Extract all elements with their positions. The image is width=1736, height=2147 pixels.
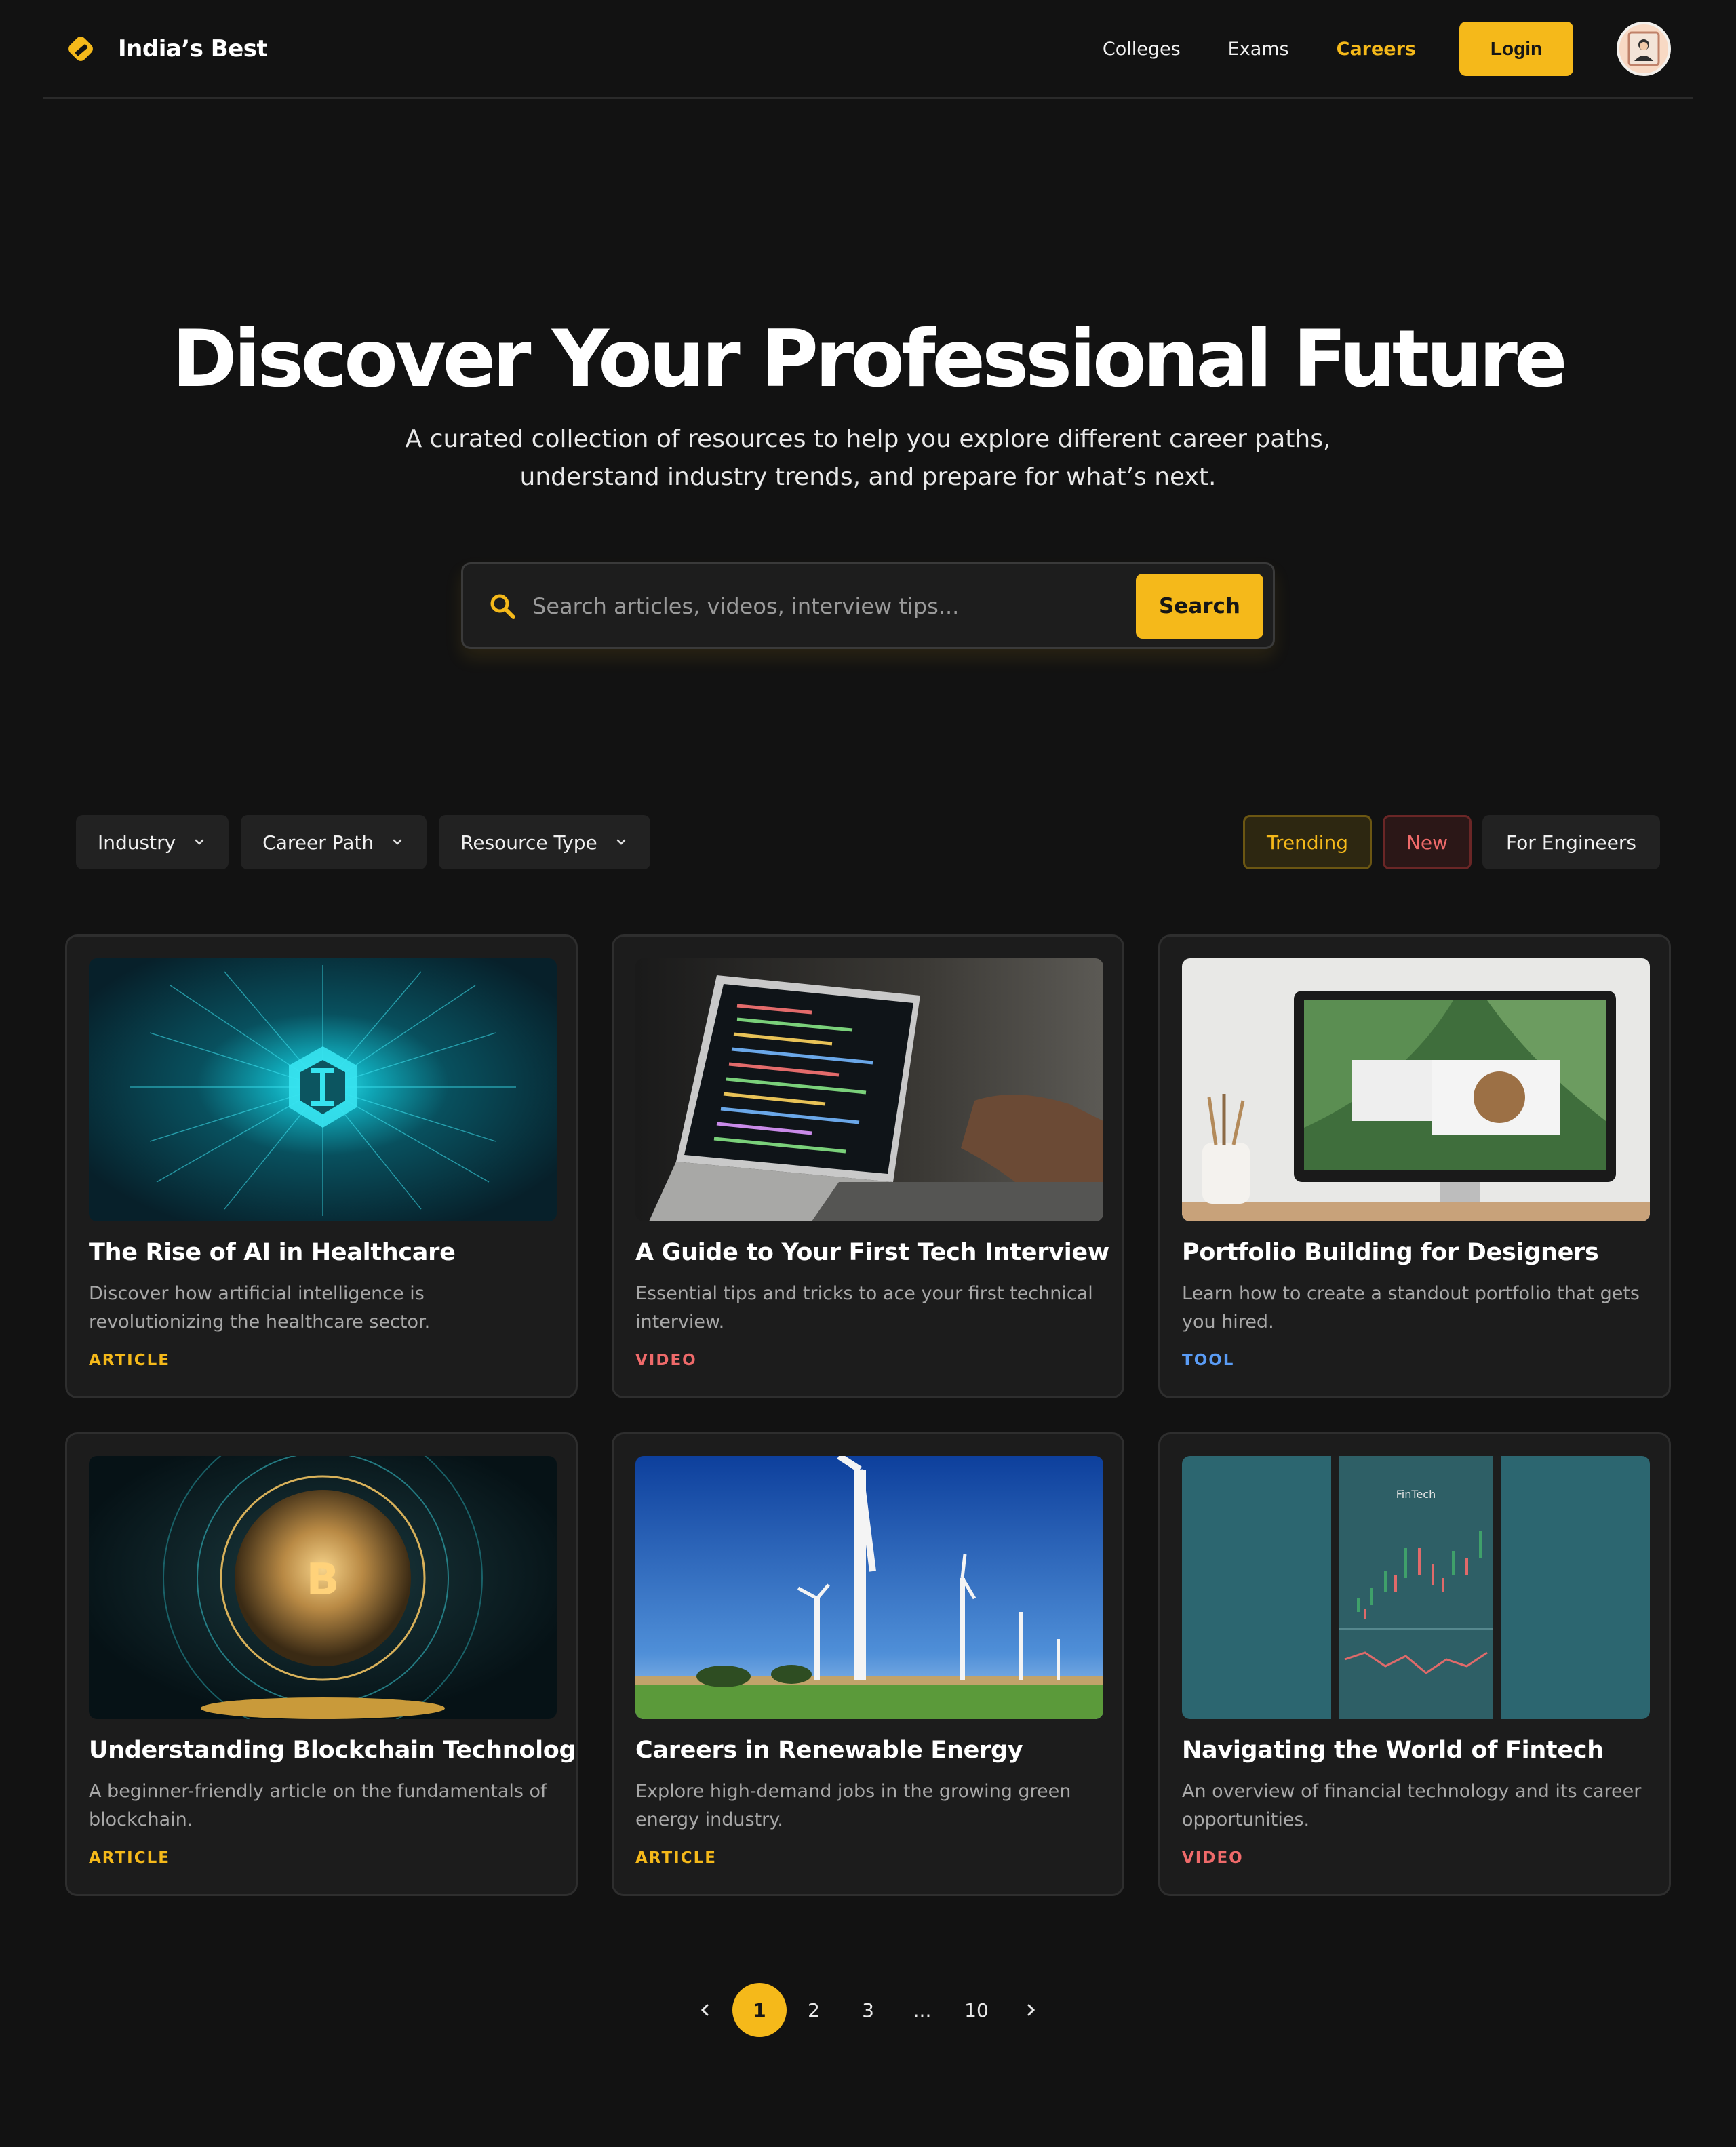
card-description: An overview of financial technology and … xyxy=(1182,1781,1642,1830)
chevron-down-icon xyxy=(195,839,204,845)
top-navigation-bar: India’s Best Colleges Exams Careers Logi… xyxy=(43,0,1693,99)
chip-for-engineers[interactable]: For Engineers xyxy=(1482,815,1660,869)
career-path-dropdown-label: Career Path xyxy=(262,831,374,854)
card-description: Essential tips and tricks to ace your fi… xyxy=(635,1283,1093,1333)
resource-card[interactable]: B Understanding Blockchain Technology A … xyxy=(65,1432,578,1896)
chip-trending[interactable]: Trending xyxy=(1243,815,1372,869)
user-avatar[interactable] xyxy=(1617,22,1671,76)
page-subtitle: A curated collection of resources to hel… xyxy=(405,425,1331,491)
diamond-tag-icon xyxy=(68,37,93,61)
card-title: Navigating the World of Fintech xyxy=(1182,1737,1604,1764)
page-ellipsis: ... xyxy=(913,1998,932,2022)
main-nav: Colleges Exams Careers Login xyxy=(1103,22,1693,76)
page-button-3[interactable]: 3 xyxy=(841,1983,895,2037)
user-avatar-icon xyxy=(1628,31,1660,66)
page-button-2[interactable]: 2 xyxy=(787,1983,841,2037)
resource-card[interactable]: Portfolio Building for Designers Learn h… xyxy=(1158,934,1671,1398)
resource-type-dropdown-label: Resource Type xyxy=(460,831,597,854)
blockchain-sphere-image: B xyxy=(89,1456,557,1719)
page-title: Discover Your Professional Future xyxy=(172,313,1567,405)
brand-name: India’s Best xyxy=(118,35,268,62)
career-path-dropdown[interactable]: Career Path xyxy=(241,815,427,869)
card-tag: ARTICLE xyxy=(635,1849,717,1867)
nav-link-exams[interactable]: Exams xyxy=(1228,39,1289,60)
pagination: 1 2 3 ... 10 xyxy=(0,1983,1736,2040)
wind-turbines-image xyxy=(635,1456,1103,1719)
card-title: The Rise of AI in Healthcare xyxy=(89,1239,456,1266)
card-description: A beginner-friendly article on the funda… xyxy=(89,1781,547,1830)
svg-text:B: B xyxy=(307,1555,340,1605)
prev-page-button[interactable] xyxy=(678,1983,732,2037)
card-tag: VIDEO xyxy=(635,1352,697,1369)
card-tag: TOOL xyxy=(1182,1352,1235,1369)
card-tag: ARTICLE xyxy=(89,1352,170,1369)
desktop-monitor-image xyxy=(1182,958,1650,1221)
resource-card[interactable]: A Guide to Your First Tech Interview Ess… xyxy=(612,934,1124,1398)
resource-type-dropdown[interactable]: Resource Type xyxy=(439,815,650,869)
laptop-code-image xyxy=(635,958,1103,1221)
industry-dropdown[interactable]: Industry xyxy=(76,815,229,869)
card-title: A Guide to Your First Tech Interview xyxy=(635,1239,1109,1266)
card-title: Careers in Renewable Energy xyxy=(635,1737,1023,1764)
resource-card[interactable]: FinTech Navigating the World of Fintech … xyxy=(1158,1432,1671,1896)
card-tag: ARTICLE xyxy=(89,1849,170,1867)
industry-dropdown-label: Industry xyxy=(98,831,176,854)
card-title: Understanding Blockchain Technology xyxy=(89,1737,578,1764)
resource-card[interactable]: The Rise of AI in Healthcare Discover ho… xyxy=(65,934,578,1398)
chevron-down-icon xyxy=(616,839,626,845)
login-button[interactable]: Login xyxy=(1459,22,1573,76)
card-description: Explore high-demand jobs in the growing … xyxy=(635,1781,1071,1830)
chip-new[interactable]: New xyxy=(1382,815,1472,869)
search-input[interactable] xyxy=(532,585,1116,628)
filter-dropdowns: Industry Career Path Resource Type xyxy=(76,815,663,869)
search-bar: Search xyxy=(461,562,1275,649)
nav-link-careers[interactable]: Careers xyxy=(1337,39,1416,60)
brand[interactable]: India’s Best xyxy=(65,31,268,66)
card-description: Learn how to create a standout portfolio… xyxy=(1182,1283,1640,1333)
search-button[interactable]: Search xyxy=(1136,574,1263,639)
fintech-image-caption: FinTech xyxy=(1396,1488,1436,1501)
card-title: Portfolio Building for Designers xyxy=(1182,1239,1599,1266)
page-button-1[interactable]: 1 xyxy=(732,1983,787,2037)
card-tag: VIDEO xyxy=(1182,1849,1244,1867)
fintech-phone-chart-image: FinTech xyxy=(1182,1456,1650,1719)
card-description: Discover how artificial intelligence is … xyxy=(89,1283,431,1333)
resource-card[interactable]: Careers in Renewable Energy Explore high… xyxy=(612,1432,1124,1896)
filter-chips: Trending New For Engineers xyxy=(1232,815,1660,869)
page-button-10[interactable]: 10 xyxy=(949,1983,1004,2037)
chevron-down-icon xyxy=(393,839,402,845)
chevron-right-icon xyxy=(1027,2004,1035,2016)
search-icon xyxy=(490,594,515,619)
next-page-button[interactable] xyxy=(1004,1983,1058,2037)
nav-link-colleges[interactable]: Colleges xyxy=(1103,39,1181,60)
chevron-left-icon xyxy=(701,2004,709,2016)
ai-neural-glow-image xyxy=(89,958,557,1221)
